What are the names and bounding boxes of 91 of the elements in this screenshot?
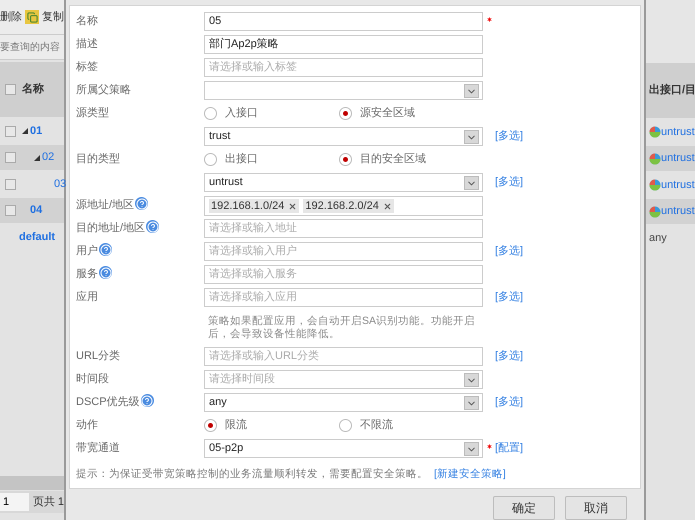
horizontal-scrollbar[interactable] (0, 476, 64, 490)
input-field[interactable]: 请选择或输入用户 (204, 242, 483, 261)
checkbox[interactable] (5, 152, 16, 163)
radio-button[interactable] (339, 107, 352, 120)
multi-select-link[interactable]: [多选] (495, 348, 524, 364)
expanded-icon[interactable] (34, 154, 40, 160)
radio-label: 源安全区域 (360, 106, 415, 122)
multi-select-link[interactable]: [多选] (495, 394, 524, 410)
radio-button[interactable] (339, 153, 352, 166)
zone-link[interactable]: untrust (661, 176, 695, 194)
multi-select-link[interactable]: [多选] (495, 174, 524, 190)
column-header: 名称 (22, 82, 44, 98)
multi-select-link[interactable]: [多选] (495, 289, 524, 306)
field-label: 目的类型 (76, 152, 120, 167)
select-field[interactable]: trust (204, 127, 483, 146)
cancel-button[interactable]: 取消 (565, 496, 627, 520)
remove-icon[interactable] (288, 202, 298, 210)
help-icon[interactable] (99, 243, 112, 256)
input-field[interactable]: 请选择或输入服务 (204, 265, 483, 284)
policy-name-link[interactable]: 04 (30, 202, 42, 219)
checkbox[interactable] (5, 126, 16, 136)
radio-label: 出接口 (225, 152, 258, 168)
field-label: 时间段 (76, 372, 109, 387)
select-field[interactable]: untrust (204, 173, 483, 192)
checkbox[interactable] (5, 205, 16, 216)
remove-icon[interactable] (382, 202, 392, 210)
field-label: 描述 (76, 37, 98, 52)
policy-name-link[interactable]: 03 (54, 176, 66, 192)
field-label: 服务 (76, 267, 98, 282)
zone-icon (649, 179, 661, 191)
zone-icon (649, 126, 661, 138)
radio-label: 不限流 (360, 418, 393, 434)
expanded-icon[interactable] (22, 128, 28, 134)
radio-button[interactable] (204, 107, 217, 120)
page-field[interactable]: 1 (0, 493, 29, 511)
column-header: 出接口/目 (649, 82, 695, 98)
input-field[interactable]: 请选择或输入URL分类 (204, 347, 483, 366)
confirm-button[interactable]: 确定 (493, 496, 555, 520)
copy-icon[interactable] (25, 10, 39, 24)
select-field[interactable] (204, 81, 483, 100)
policy-name-link[interactable]: 01 (30, 122, 42, 140)
zone-icon (649, 152, 661, 164)
checkbox[interactable] (5, 178, 16, 190)
input-field[interactable]: 05 (204, 12, 483, 31)
select-field[interactable]: any (204, 393, 483, 412)
radio-button[interactable] (204, 419, 217, 432)
copy-button[interactable]: 复制 (42, 8, 64, 26)
delete-button[interactable]: 删除 (0, 8, 22, 26)
select-field[interactable]: 请选择时间段 (204, 370, 483, 389)
policy-name-link[interactable]: default (19, 228, 56, 246)
hint-text: 提示：为保证受带宽策略控制的业务流量顺利转发，需要配置安全策略。 [新建安全策略] (76, 467, 506, 482)
radio-button[interactable] (204, 153, 217, 166)
field-label: 源类型 (76, 106, 109, 121)
input-field[interactable]: 请选择或输入标签 (204, 58, 483, 77)
address-tag: 192.168.1.0/24 (209, 199, 300, 213)
tag-input-field[interactable]: 192.168.1.0/24 192.168.2.0/24 (204, 196, 483, 216)
application-note: 策略如果配置应用，会自动开启SA识别功能。功能开启后，会导致设备性能降低。 (207, 315, 476, 342)
select-field[interactable]: 05-p2p (204, 439, 483, 458)
input-field[interactable]: 部门Ap2p策略 (204, 35, 483, 54)
zone-text: any (649, 230, 667, 246)
page-count-label: 页共 1 (32, 494, 64, 510)
field-label: 名称 (76, 14, 98, 29)
radio-label: 入接口 (225, 106, 258, 122)
field-label: 所属父策略 (76, 83, 131, 98)
field-label: 目的地址/地区 (76, 221, 146, 236)
zone-icon (649, 206, 661, 218)
input-field[interactable]: 请选择或输入应用 (204, 288, 483, 307)
field-label: 动作 (76, 418, 98, 433)
checkbox[interactable] (5, 84, 16, 95)
field-label: DSCP优先级 (76, 395, 140, 410)
radio-button[interactable] (339, 419, 352, 432)
multi-select-link[interactable]: [配置] (495, 440, 524, 456)
policy-name-link[interactable]: 02 (42, 149, 54, 166)
field-label: 应用 (76, 290, 98, 305)
field-label: 用户 (76, 244, 98, 259)
field-label: 源地址/地区 (76, 198, 134, 213)
radio-label: 限流 (225, 418, 247, 434)
help-icon[interactable] (140, 394, 154, 407)
address-tag: 192.168.2.0/24 (303, 199, 394, 213)
field-label: 带宽通道 (76, 440, 120, 456)
zone-link[interactable]: untrust (661, 124, 695, 140)
help-icon[interactable] (99, 266, 112, 279)
help-icon[interactable] (146, 220, 160, 233)
field-label: 标签 (76, 60, 98, 75)
new-security-policy-link[interactable]: [新建安全策略] (434, 468, 506, 480)
help-icon[interactable] (135, 197, 148, 210)
field-label: URL分类 (76, 349, 120, 364)
multi-select-link[interactable]: [多选] (495, 243, 524, 260)
radio-label: 目的安全区域 (360, 152, 426, 168)
input-field[interactable]: 请选择或输入地址 (204, 219, 483, 238)
multi-select-link[interactable]: [多选] (495, 128, 524, 144)
